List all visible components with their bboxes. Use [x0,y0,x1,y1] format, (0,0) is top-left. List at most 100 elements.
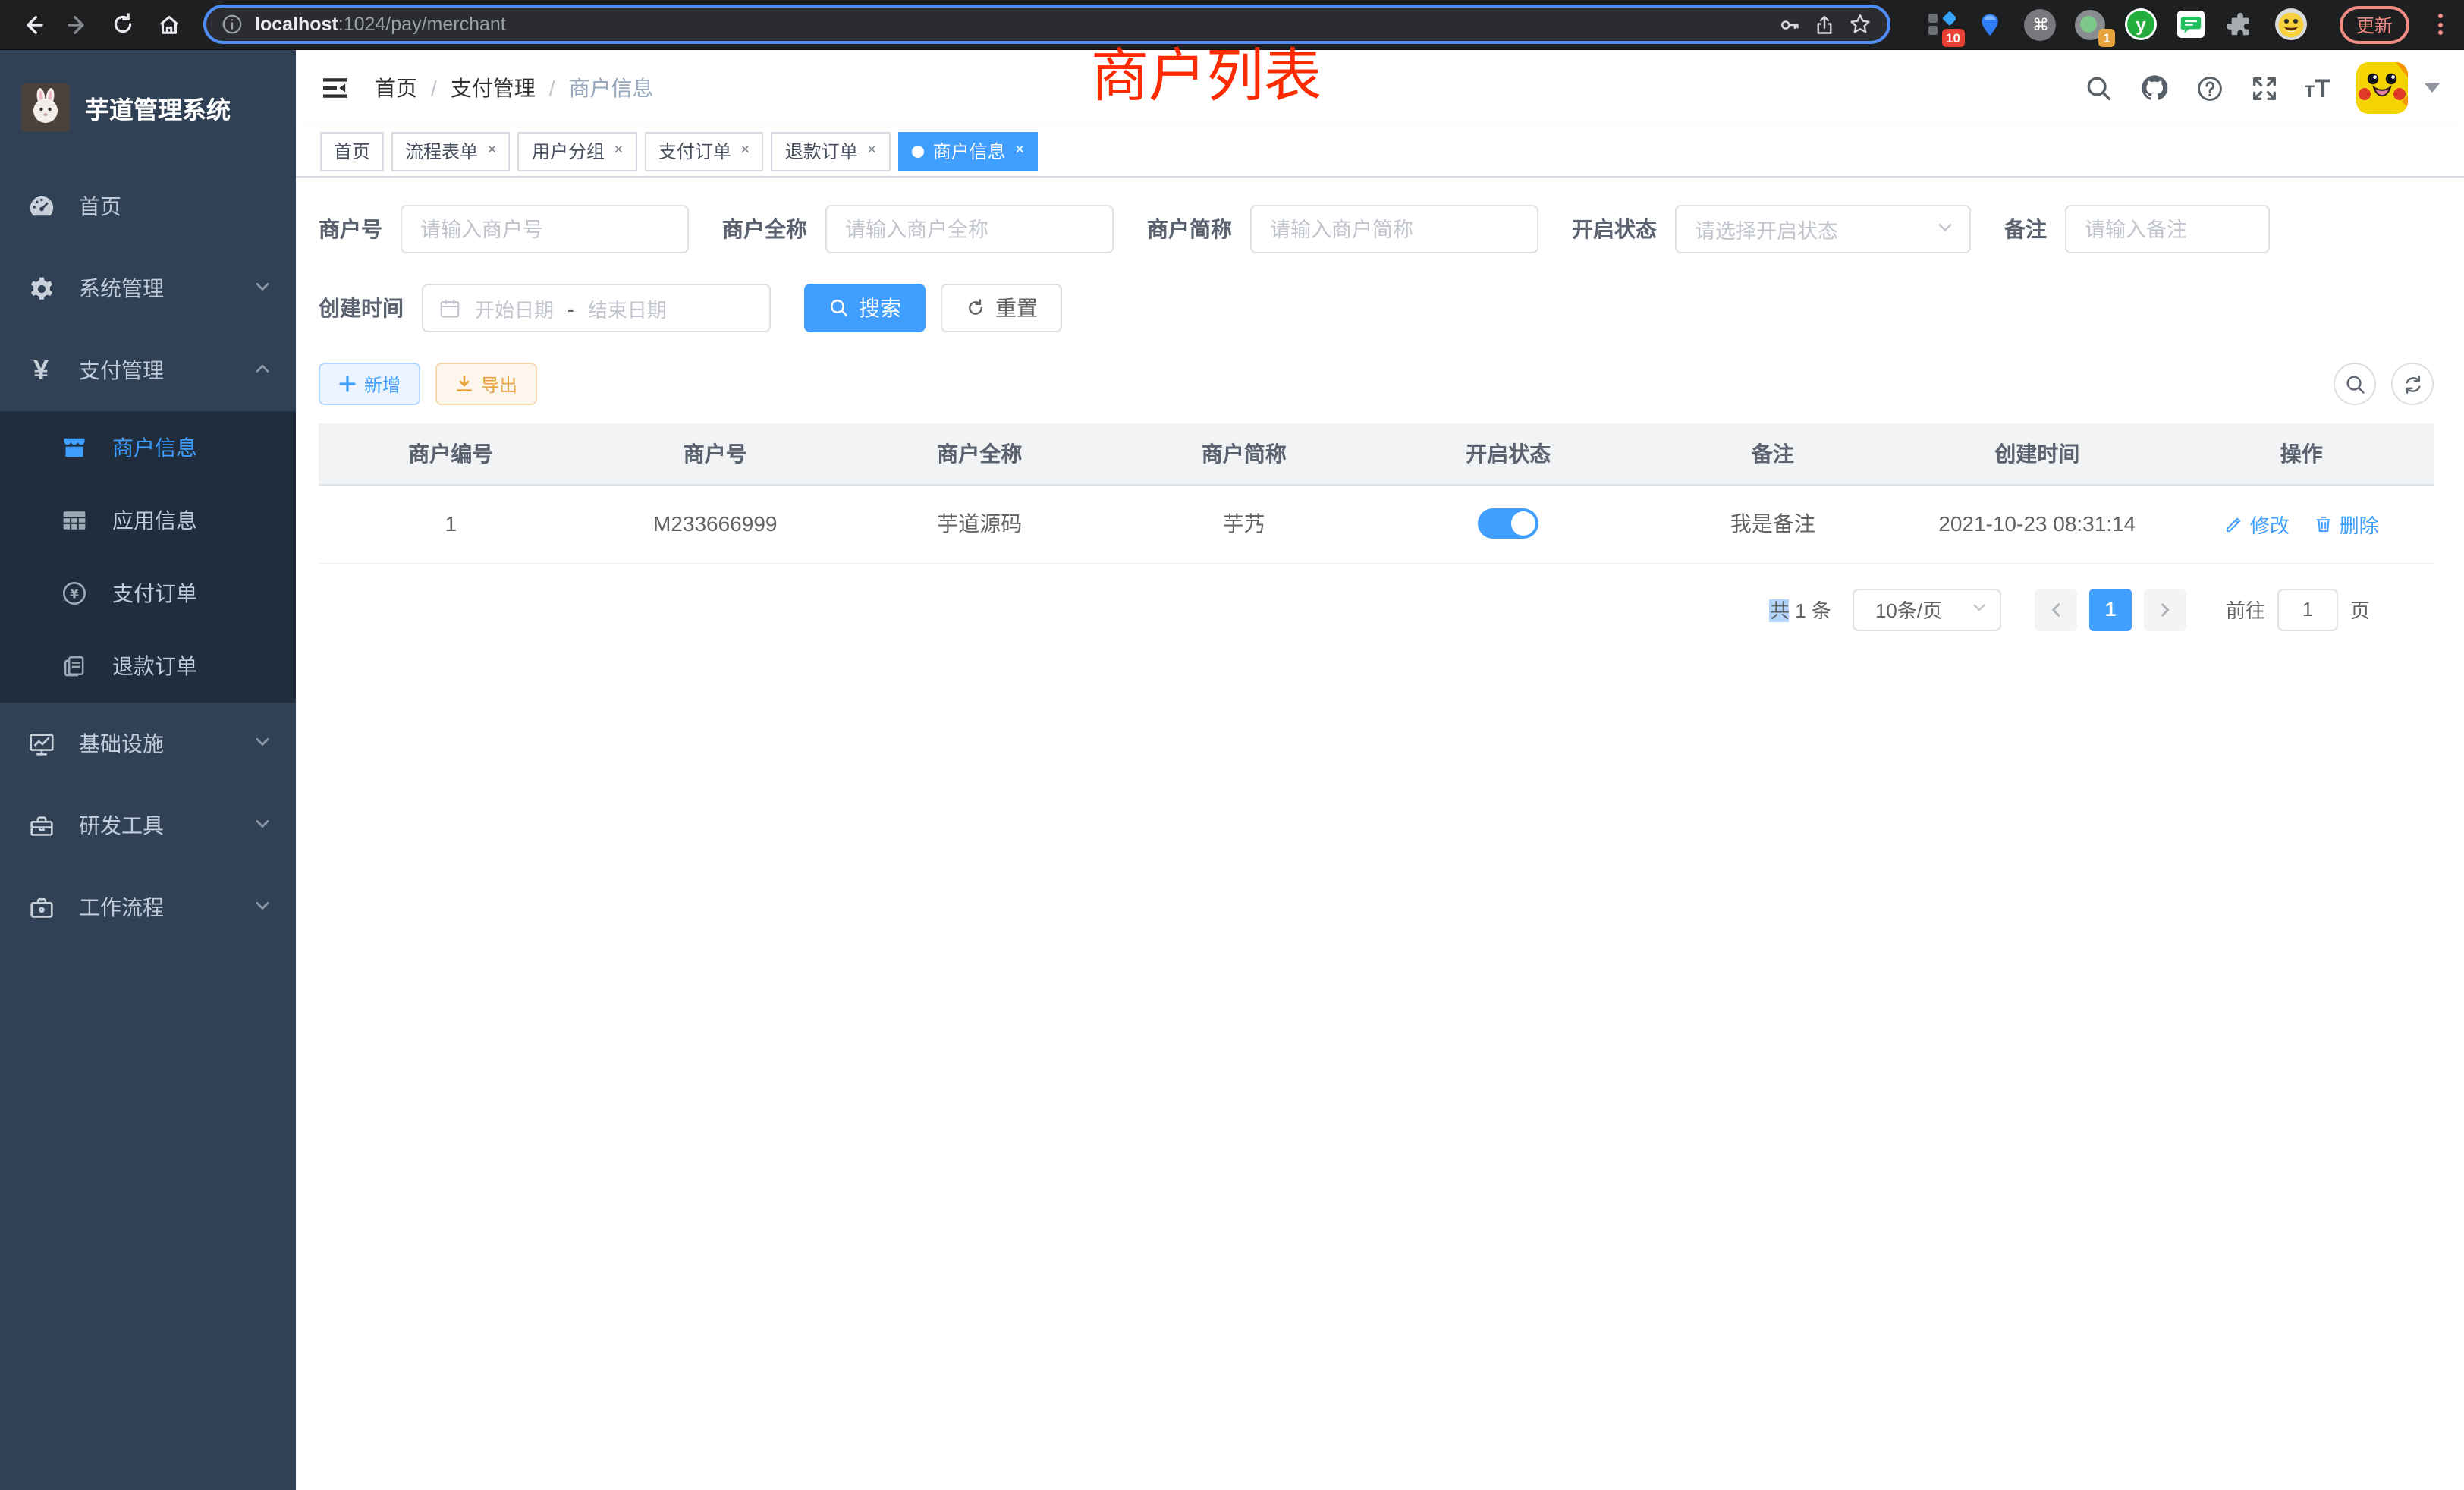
close-icon[interactable]: × [740,143,750,159]
chevron-down-icon [253,276,272,300]
avatar-caret-icon[interactable] [2425,83,2440,93]
sidebar-fold-icon[interactable] [320,73,350,103]
pagination: 共 1 条 10条/页 1 前往 [319,588,2370,630]
tab-user-group[interactable]: 用户分组× [518,131,637,171]
tab-merchant-info[interactable]: 商户信息× [898,131,1039,171]
search-icon[interactable] [2085,74,2114,102]
sidebar-item-refund-order[interactable]: 退款订单 [0,630,296,703]
delete-link[interactable]: 删除 [2314,509,2379,538]
fullscreen-icon[interactable] [2250,74,2279,102]
extension-proxy-icon[interactable]: 1 [2074,8,2107,41]
page-content: 商户号 商户全称 商户简称 开启状态 请选择开启状态 [296,178,2464,1490]
share-icon[interactable] [1813,13,1836,36]
breadcrumb-home[interactable]: 首页 [375,73,417,103]
status-toggle[interactable] [1478,508,1538,539]
create-time-range-picker[interactable]: 开始日期 - 结束日期 [422,284,771,332]
status-select[interactable]: 请选择开启状态 [1675,205,1971,253]
tab-pay-order[interactable]: 支付订单× [645,131,764,171]
sidebar-item-devtools[interactable]: 研发工具 [0,784,296,866]
sidebar-item-pay-order[interactable]: ¥ 支付订单 [0,557,296,630]
merchant-fullname-input[interactable] [825,205,1114,253]
remark-input[interactable] [2065,205,2270,253]
sidebar-item-app-info[interactable]: 应用信息 [0,484,296,557]
search-button[interactable]: 搜索 [804,284,926,332]
reset-button[interactable]: 重置 [941,284,1062,332]
font-size-icon[interactable]: TT [2305,75,2330,101]
app-logo[interactable]: 芋道管理系统 [0,50,296,165]
tab-process-form[interactable]: 流程表单× [391,131,511,171]
help-icon[interactable] [2195,74,2224,102]
breadcrumb-pay[interactable]: 支付管理 [451,73,536,103]
document-copy-icon [58,652,91,680]
next-page-button[interactable] [2144,588,2186,630]
sidebar-item-infra[interactable]: 基础设施 [0,703,296,784]
sidebar-item-label: 商户信息 [112,432,272,463]
status-label: 开启状态 [1572,214,1657,244]
export-button[interactable]: 导出 [435,363,537,405]
col-status: 开启状态 [1376,423,1641,484]
storefront-icon [58,434,91,461]
extension-blocks-icon[interactable]: 10 [1924,8,1957,41]
merchant-shortname-input[interactable] [1250,205,1538,253]
browser-reload-icon[interactable] [106,8,140,41]
close-icon[interactable]: × [1015,143,1025,159]
table-header-row: 商户编号 商户号 商户全称 商户简称 开启状态 备注 创建时间 操作 [319,423,2434,484]
bookmark-star-icon[interactable] [1848,12,1872,36]
remark-label: 备注 [2004,214,2047,244]
sidebar-item-home[interactable]: 首页 [0,165,296,247]
cell-full-name: 芋道源码 [847,484,1112,563]
sidebar-item-pay[interactable]: ¥ 支付管理 [0,329,296,411]
close-icon[interactable]: × [867,143,877,159]
url-text: localhost:1024/pay/merchant [255,14,506,35]
extension-pin-icon[interactable] [1974,8,2007,41]
tab-refund-order[interactable]: 退款订单× [772,131,891,171]
sidebar-item-label: 支付管理 [79,355,253,385]
cell-create-time: 2021-10-23 08:31:14 [1905,484,2170,563]
cell-merchant-no: M233666999 [583,484,848,563]
extension-y-icon[interactable]: y [2124,8,2158,41]
col-actions: 操作 [2170,423,2434,484]
extensions-puzzle-icon[interactable] [2224,8,2258,41]
extension-badge: 10 [1941,28,1965,47]
toggle-search-icon[interactable] [2334,363,2376,405]
browser-home-icon[interactable] [152,8,185,41]
browser-update-button[interactable]: 更新 [2340,5,2409,43]
sidebar-item-label: 研发工具 [79,810,253,841]
browser-chrome: localhost:1024/pay/merchant 10 ⌘ [0,0,2464,50]
breadcrumb: 首页 / 支付管理 / 商户信息 [375,73,654,103]
password-key-icon[interactable] [1778,13,1801,36]
browser-back-icon[interactable] [15,8,49,41]
browser-extensions: 10 ⌘ 1 y 更新 [1924,5,2449,43]
close-icon[interactable]: × [487,143,497,159]
refresh-icon[interactable] [2391,363,2434,405]
profile-emoji-icon[interactable] [2274,8,2308,41]
url-bar[interactable]: localhost:1024/pay/merchant [203,5,1890,44]
page-1-button[interactable]: 1 [2089,588,2132,630]
col-merchant-id: 商户编号 [319,423,583,484]
gear-icon [24,274,58,303]
close-icon[interactable]: × [614,143,624,159]
edit-link[interactable]: 修改 [2224,509,2290,538]
github-icon[interactable] [2139,73,2170,103]
cell-short-name: 芋艿 [1112,484,1377,563]
merchant-no-input[interactable] [401,205,689,253]
sidebar-item-merchant-info[interactable]: 商户信息 [0,411,296,484]
col-merchant-no: 商户号 [583,423,848,484]
user-avatar[interactable] [2356,62,2408,114]
browser-forward-icon[interactable] [61,8,94,41]
prev-page-button[interactable] [2035,588,2077,630]
browser-menu-icon[interactable] [2438,14,2443,35]
extension-chat-icon[interactable] [2174,8,2208,41]
tab-home[interactable]: 首页 [320,131,384,171]
goto-page-input[interactable] [2277,588,2338,630]
page-size-select[interactable]: 10条/页 [1853,588,2001,630]
add-button[interactable]: 新增 [319,363,420,405]
command-glyph: ⌘ [2025,8,2057,40]
extension-command-icon[interactable]: ⌘ [2024,8,2057,41]
goto-label: 前往 [2226,595,2265,624]
navbar-actions: TT [2085,62,2440,114]
sidebar-item-workflow[interactable]: 工作流程 [0,866,296,948]
sidebar-item-system[interactable]: 系统管理 [0,247,296,329]
url-path: :1024/pay/merchant [338,14,506,35]
site-info-icon[interactable] [222,14,243,35]
